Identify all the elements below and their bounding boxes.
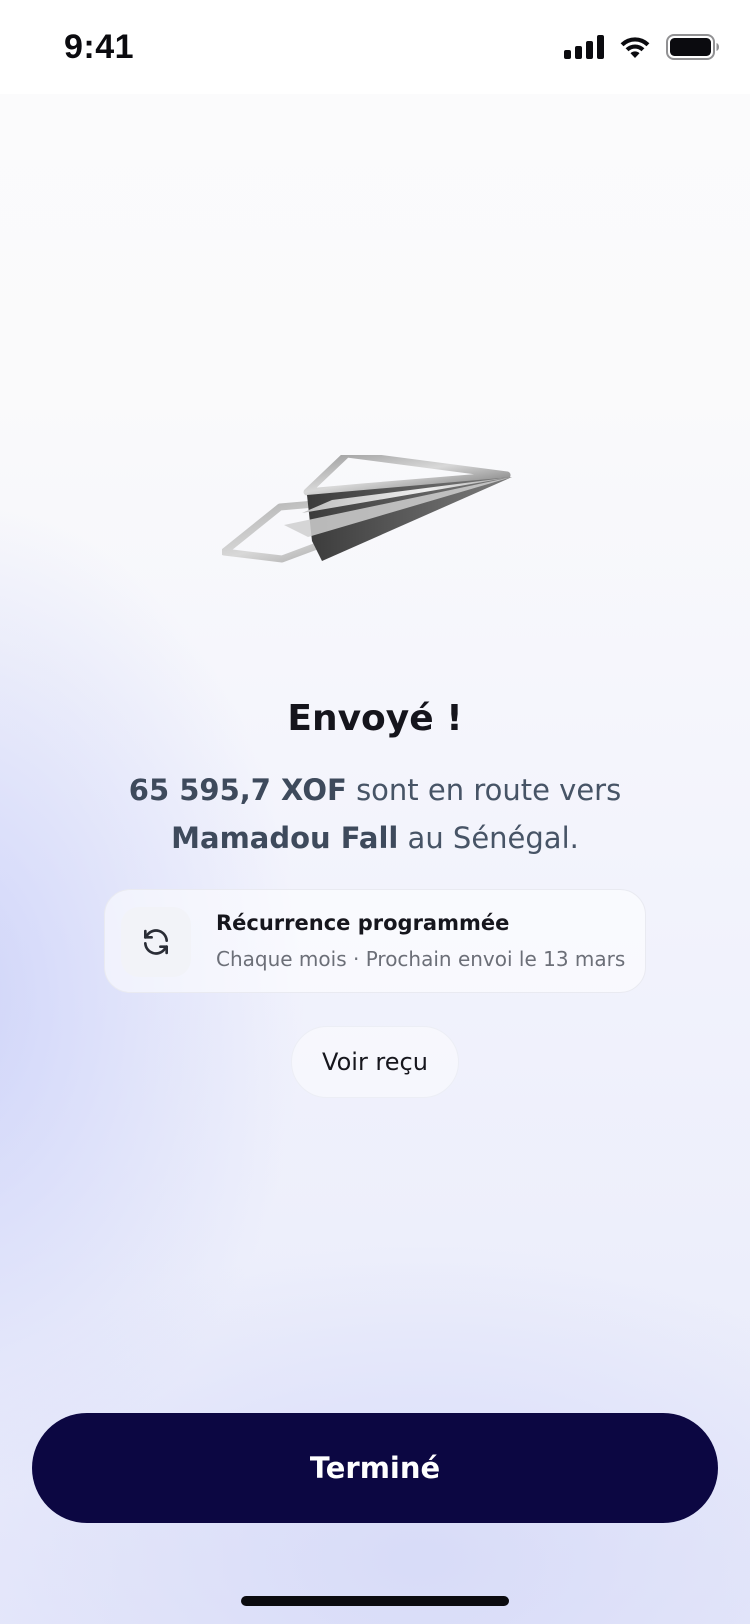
confirmation-title: Envoyé ! (287, 698, 463, 739)
confirmation-message: 65 595,7 XOF sont en route vers Mamadou … (60, 766, 690, 862)
status-icons (564, 34, 720, 60)
home-indicator[interactable] (241, 1596, 509, 1606)
view-receipt-button[interactable]: Voir reçu (291, 1026, 459, 1098)
recurrence-subtitle: Chaque mois · Prochain envoi le 13 mars (216, 947, 626, 971)
message-text-part-2: au Sénégal. (398, 821, 579, 855)
recipient-name: Mamadou Fall (171, 821, 399, 855)
wifi-icon (620, 37, 650, 58)
done-button[interactable]: Terminé (32, 1413, 718, 1523)
recurrence-icon-box (121, 907, 191, 977)
status-time: 9:41 (64, 28, 135, 66)
battery-icon (666, 34, 719, 60)
paper-plane-icon (220, 450, 512, 563)
recurrence-card: Récurrence programmée Chaque mois · Proc… (104, 889, 646, 993)
paper-plane-illustration (220, 450, 532, 595)
amount-text: 65 595,7 XOF (128, 773, 347, 807)
recurrence-title: Récurrence programmée (216, 911, 510, 935)
refresh-icon (144, 929, 168, 955)
message-text-part-1: sont en route vers (346, 773, 622, 807)
status-bar: 9:41 (0, 0, 750, 94)
cellular-signal-icon (564, 35, 604, 59)
